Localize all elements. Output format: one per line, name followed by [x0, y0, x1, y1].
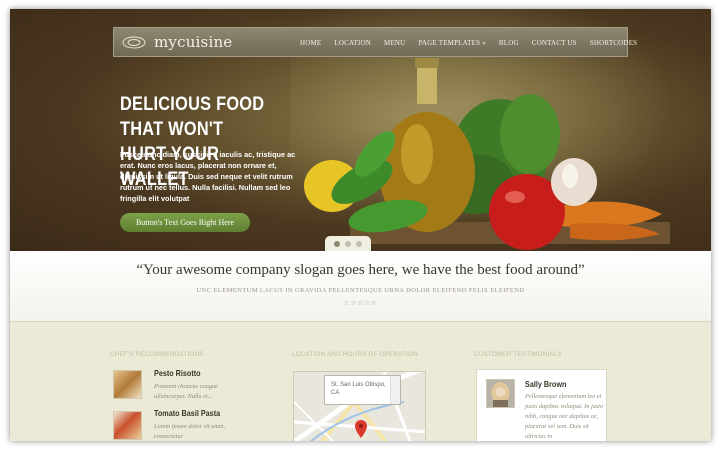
nav-blog[interactable]: BLOG: [499, 39, 519, 47]
map-info-popup: St. San Luis Obispo, CA: [324, 375, 401, 405]
location-title: LOCATION AND HOURS OF OPERATION: [292, 351, 418, 358]
testimonial-card: Sally Brown Pellentesque elementum leo e…: [476, 369, 607, 441]
bottle-neck: [417, 66, 437, 104]
nav-page-templates[interactable]: PAGE TEMPLATES »: [418, 39, 485, 47]
avatar: [486, 379, 515, 408]
slider-dot[interactable]: [334, 241, 340, 247]
nav-contact-us[interactable]: CONTACT US: [532, 39, 577, 47]
recipe-name[interactable]: Pesto Risotto: [154, 368, 201, 378]
recipe-thumbnail[interactable]: [113, 411, 142, 440]
avatar-portrait: [487, 380, 514, 407]
recipe-description: Lorem ipsum dolor sit amet, consectetur: [154, 423, 225, 440]
bottle-cap: [415, 58, 439, 68]
testimonial-text: Pellentesque elementum leo et justo dapi…: [525, 393, 604, 440]
slider-dot[interactable]: [356, 241, 362, 247]
rating-stars: ☆☆☆☆☆: [343, 300, 378, 307]
company-slogan: “Your awesome company slogan goes here, …: [136, 262, 585, 278]
recipe-thumbnail[interactable]: [113, 370, 142, 399]
logo-icon[interactable]: [122, 36, 146, 49]
testimonials-title: CUSTOMER TESTIMONIALS: [474, 351, 562, 358]
hero-text: Fusce nunc diam, suscipit a iaculis ac, …: [120, 150, 296, 203]
slider-dots: [325, 236, 371, 251]
slider-dot[interactable]: [345, 241, 351, 247]
food-illustration: [304, 58, 670, 250]
map-popup-address: St. San Luis Obispo, CA: [331, 382, 386, 396]
recipe-description: Praesent rhoncus congue ullamcorper. Nul…: [154, 383, 218, 400]
hero-slider: mycuisine HOME LOCATION MENU PAGE TEMPLA…: [10, 9, 711, 251]
main-nav: HOME LOCATION MENU PAGE TEMPLATES » BLOG…: [300, 28, 650, 58]
testimonial-author: Sally Brown: [525, 379, 567, 389]
garlic-highlight: [562, 164, 578, 188]
tomato-highlight: [505, 191, 525, 203]
nav-location[interactable]: LOCATION: [334, 39, 371, 47]
site-logo[interactable]: mycuisine: [154, 33, 232, 51]
bottle-highlight: [401, 124, 433, 184]
hero-cta-button[interactable]: Button's Text Goes Right Here: [120, 213, 250, 232]
slogan-subtitle: UNC ELEMENTUM LACUS IN GRAVIDA PELLENTES…: [196, 287, 525, 294]
page-frame: mycuisine HOME LOCATION MENU PAGE TEMPLA…: [10, 9, 711, 441]
map-marker-icon[interactable]: [355, 420, 367, 438]
nav-home[interactable]: HOME: [300, 39, 321, 47]
recommendations-title: CHEF'S RECOMMENDATIONS: [110, 351, 204, 358]
recipe-name[interactable]: Tomato Basil Pasta: [154, 408, 220, 418]
nav-shortcodes[interactable]: SHORTCODES: [590, 39, 637, 47]
map-popup-scrollbar[interactable]: [390, 376, 400, 404]
slogan-band: “Your awesome company slogan goes here, …: [10, 251, 711, 322]
location-map[interactable]: St. San Luis Obispo, CA: [293, 371, 426, 441]
herb-bunch: [500, 94, 560, 174]
hero-headline-line1: DELICIOUS FOOD THAT WON'T: [120, 94, 265, 140]
top-navbar: mycuisine HOME LOCATION MENU PAGE TEMPLA…: [113, 27, 637, 57]
nav-menu[interactable]: MENU: [384, 39, 405, 47]
